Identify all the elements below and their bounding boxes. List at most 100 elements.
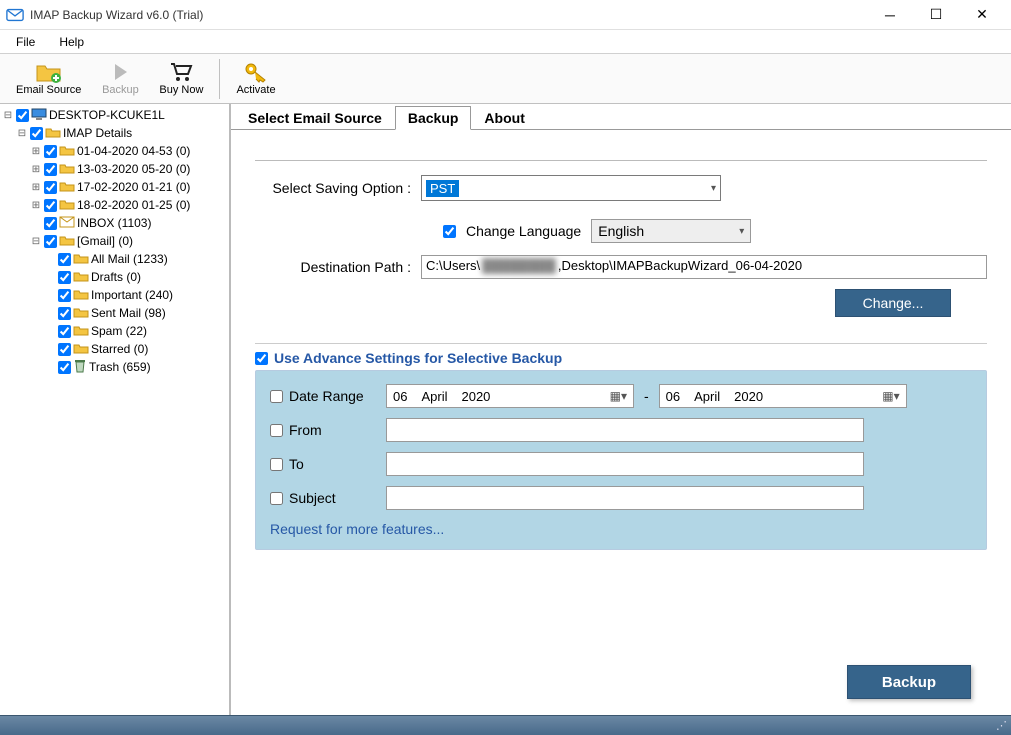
toolbar-backup[interactable]: Backup <box>93 59 147 98</box>
tree-item[interactable]: Drafts (0) <box>0 268 229 286</box>
subject-input[interactable] <box>386 486 864 510</box>
tab-select-email-source[interactable]: Select Email Source <box>235 106 395 130</box>
resize-grip-icon[interactable]: ⋰ <box>996 719 1005 732</box>
tree-checkbox[interactable] <box>44 199 57 212</box>
subject-checkbox[interactable] <box>270 492 283 505</box>
tree-item[interactable]: INBOX (1103) <box>0 214 229 232</box>
tree-checkbox[interactable] <box>30 127 43 140</box>
toolbar-activate[interactable]: Activate <box>228 59 283 98</box>
tree-checkbox[interactable] <box>44 217 57 230</box>
saving-option-label: Select Saving Option : <box>255 180 421 196</box>
to-checkbox[interactable] <box>270 458 283 471</box>
redacted-text: ████████ <box>480 258 558 273</box>
tree-item[interactable]: Trash (659) <box>0 358 229 376</box>
tab-backup[interactable]: Backup <box>395 106 472 130</box>
request-features-link[interactable]: Request for more features... <box>270 521 444 537</box>
titlebar: IMAP Backup Wizard v6.0 (Trial) ─ ☐ ✕ <box>0 0 1011 30</box>
tree-item-label: [Gmail] (0) <box>77 234 133 248</box>
dest-prefix: C:\Users\ <box>426 258 480 273</box>
row-saving-option: Select Saving Option : PST ▾ <box>255 175 987 201</box>
toolbar-backup-label: Backup <box>102 84 139 96</box>
expand-toggle[interactable]: ⊞ <box>30 182 42 193</box>
advanced-settings-title: Use Advance Settings for Selective Backu… <box>274 350 562 366</box>
language-select[interactable]: English ▾ <box>591 219 751 243</box>
row-to: To <box>270 447 972 481</box>
app-icon <box>6 8 24 22</box>
date-range-checkbox[interactable] <box>270 390 283 403</box>
tree-item[interactable]: Spam (22) <box>0 322 229 340</box>
folder-icon <box>45 126 61 141</box>
tree-checkbox[interactable] <box>44 145 57 158</box>
tree-checkbox[interactable] <box>44 163 57 176</box>
expand-toggle[interactable]: ⊞ <box>30 200 42 211</box>
tree-item[interactable]: ⊞ 18-02-2020 01-25 (0) <box>0 196 229 214</box>
date-to-picker[interactable]: 06 April 2020 ▦▾ <box>659 384 907 408</box>
close-button[interactable]: ✕ <box>959 0 1005 30</box>
tree-item[interactable]: ⊞13-03-2020 05-20 (0) <box>0 160 229 178</box>
tree-item-label: IMAP Details <box>63 126 132 140</box>
toolbar-email-source[interactable]: Email Source <box>8 59 89 98</box>
from-checkbox[interactable] <box>270 424 283 437</box>
toolbar-buy-now[interactable]: Buy Now <box>151 59 211 98</box>
date-from-picker[interactable]: 06 April 2020 ▦▾ <box>386 384 634 408</box>
tree-checkbox[interactable] <box>58 307 71 320</box>
chevron-down-icon: ▾ <box>739 226 744 237</box>
date-from-year: 2020 <box>461 389 490 404</box>
to-label: To <box>289 456 304 472</box>
expand-toggle[interactable]: ⊟ <box>2 110 14 121</box>
tree-checkbox[interactable] <box>58 325 71 338</box>
tree-checkbox[interactable] <box>16 109 29 122</box>
tree-item[interactable]: Sent Mail (98) <box>0 304 229 322</box>
date-to-year: 2020 <box>734 389 763 404</box>
tree-item[interactable]: ⊞ 01-04-2020 04-53 (0) <box>0 142 229 160</box>
saving-option-select[interactable]: PST ▾ <box>421 175 721 201</box>
tree-checkbox[interactable] <box>58 343 71 356</box>
tree-item[interactable]: ⊟DESKTOP-KCUKE1L <box>0 106 229 124</box>
folder-tree[interactable]: ⊟DESKTOP-KCUKE1L⊟IMAP Details⊞01-04-2020… <box>0 104 231 715</box>
tree-item[interactable]: ⊞ 17-02-2020 01-21 (0) <box>0 178 229 196</box>
expand-toggle[interactable]: ⊞ <box>30 164 42 175</box>
tab-about[interactable]: About <box>471 106 537 130</box>
tree-checkbox[interactable] <box>58 361 71 374</box>
tree-checkbox[interactable] <box>44 181 57 194</box>
advanced-panel: Date Range 06 April 2020 ▦▾ - 06 April 2… <box>255 370 987 550</box>
change-language-checkbox[interactable] <box>443 225 456 238</box>
folder-icon <box>59 234 75 249</box>
tree-item-label: 17-02-2020 01-21 (0) <box>77 180 190 194</box>
tree-item-label: 01-04-2020 04-53 (0) <box>77 144 190 158</box>
mail-icon <box>59 216 75 231</box>
from-input[interactable] <box>386 418 864 442</box>
tree-item[interactable]: ⊟ [Gmail] (0) <box>0 232 229 250</box>
folder-icon <box>59 162 75 177</box>
expand-toggle[interactable]: ⊟ <box>16 128 28 139</box>
menu-file[interactable]: File <box>6 32 45 52</box>
tree-checkbox[interactable] <box>58 271 71 284</box>
rule <box>255 160 987 161</box>
maximize-button[interactable]: ☐ <box>913 0 959 30</box>
tree-item[interactable]: ⊟ IMAP Details <box>0 124 229 142</box>
calendar-icon: ▦▾ <box>882 389 899 403</box>
backup-pane: Select Saving Option : PST ▾ Change Lang… <box>231 130 1011 715</box>
tree-checkbox[interactable] <box>58 253 71 266</box>
row-subject: Subject <box>270 481 972 515</box>
chevron-down-icon: ▾ <box>711 183 716 194</box>
minimize-button[interactable]: ─ <box>867 0 913 30</box>
expand-toggle[interactable]: ⊟ <box>30 236 42 247</box>
destination-path-field[interactable]: C:\Users\████████,Desktop\IMAPBackupWiza… <box>421 255 987 279</box>
backup-button[interactable]: Backup <box>847 665 971 699</box>
from-label: From <box>289 422 322 438</box>
computer-icon <box>31 108 47 123</box>
menu-help[interactable]: Help <box>49 32 94 52</box>
advanced-settings-checkbox[interactable] <box>255 352 268 365</box>
change-button[interactable]: Change... <box>835 289 951 317</box>
tree-checkbox[interactable] <box>58 289 71 302</box>
content-pane: Select Email Source Backup About Select … <box>231 104 1011 715</box>
to-input[interactable] <box>386 452 864 476</box>
tree-item[interactable]: Starred (0) <box>0 340 229 358</box>
tree-item[interactable]: All Mail (1233) <box>0 250 229 268</box>
expand-toggle[interactable]: ⊞ <box>30 146 42 157</box>
tree-checkbox[interactable] <box>44 235 57 248</box>
tree-item[interactable]: Important (240) <box>0 286 229 304</box>
tree-item-label: 18-02-2020 01-25 (0) <box>77 198 190 212</box>
tabs: Select Email Source Backup About <box>231 104 1011 130</box>
